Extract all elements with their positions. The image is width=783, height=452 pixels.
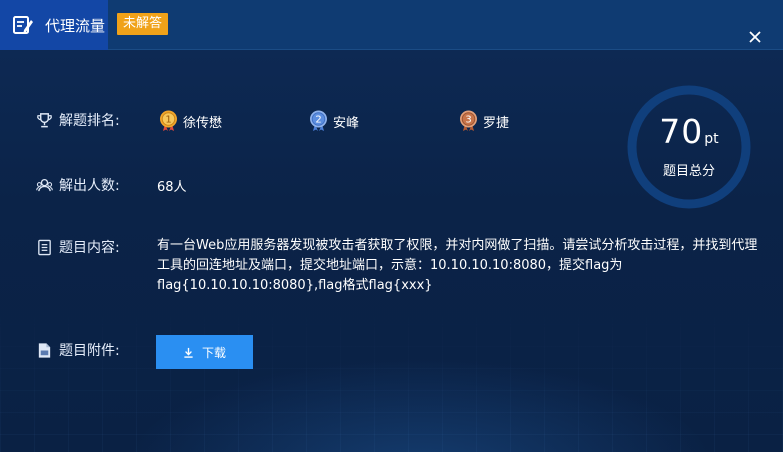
document-icon <box>38 239 51 255</box>
download-label: 下载 <box>201 345 226 360</box>
file-icon <box>38 342 51 358</box>
status-badge: 未解答 <box>117 13 169 35</box>
content-label-text: 题目内容: <box>59 240 120 256</box>
dialog-header: 代理流量 未解答 <box>0 0 783 50</box>
rank-name-2: 安峰 <box>333 115 360 131</box>
users-icon <box>36 178 53 191</box>
ranking-label: 解题排名: <box>36 110 120 130</box>
score-value: 70 <box>659 112 704 151</box>
score-caption: 题目总分 <box>662 164 715 179</box>
silver-medal-icon: 2 <box>310 110 327 131</box>
download-button[interactable]: 下载 <box>156 335 253 369</box>
ranking-label-text: 解题排名: <box>59 113 120 129</box>
edit-document-icon <box>13 16 33 34</box>
medal-rank-2: 2 <box>315 115 321 126</box>
rank-item-1: 1 徐传懋 <box>159 110 222 132</box>
challenge-content: 有一台Web应用服务器发现被攻击者获取了权限，并对内网做了扫描。请尝试分析攻击过… <box>157 238 758 293</box>
solvers-label: 解出人数: <box>36 175 120 195</box>
rank-name-3: 罗捷 <box>483 115 510 131</box>
attachment-label-text: 题目附件: <box>59 343 120 359</box>
challenge-dialog: 代理流量 未解答 解题排名: 1 徐传懋 2 安峰 3 罗捷 解出人数: 68人… <box>0 0 783 452</box>
content-label: 题目内容: <box>36 237 120 257</box>
rank-item-3: 3 罗捷 <box>459 110 509 132</box>
title-block: 代理流量 <box>0 0 108 50</box>
download-icon <box>184 347 193 358</box>
bronze-medal-icon: 3 <box>460 110 477 131</box>
trophy-icon <box>37 112 52 127</box>
score-display: 70pt <box>625 112 753 151</box>
close-icon[interactable] <box>744 26 766 48</box>
medal-rank-3: 3 <box>465 115 471 126</box>
attachment-label: 题目附件: <box>36 340 120 360</box>
score-unit: pt <box>704 131 719 147</box>
solvers-count: 68人 <box>157 180 187 195</box>
solvers-label-text: 解出人数: <box>59 178 120 194</box>
dialog-title: 代理流量 <box>45 17 106 35</box>
rank-name-1: 徐传懋 <box>183 115 223 131</box>
background-grid <box>0 302 783 452</box>
medal-rank-1: 1 <box>165 115 171 126</box>
rank-item-2: 2 安峰 <box>309 110 359 132</box>
gold-medal-icon: 1 <box>160 110 177 131</box>
